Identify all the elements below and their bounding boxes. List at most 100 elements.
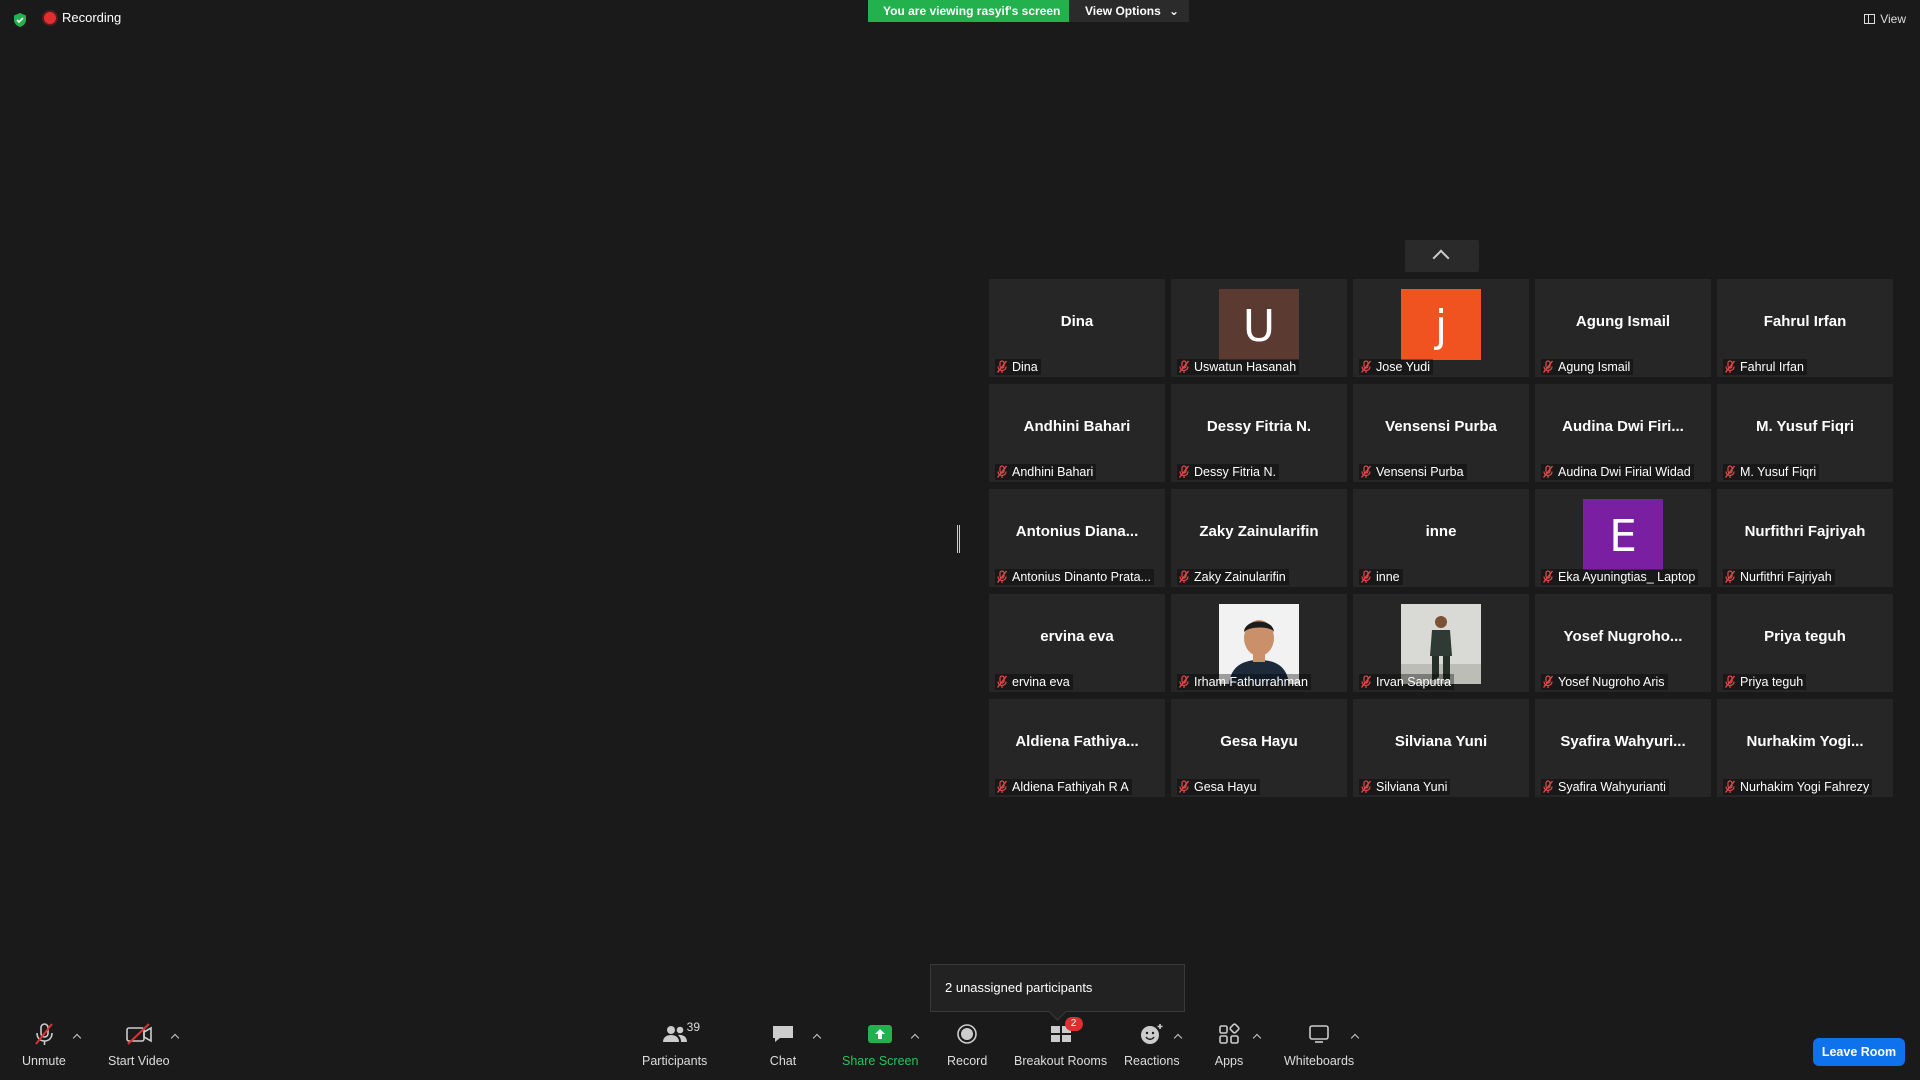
view-options-button[interactable]: View Options ⌄ — [1069, 0, 1189, 22]
breakout-badge: 2 — [1064, 1017, 1083, 1031]
participant-name: Dessy Fitria N. — [1194, 465, 1276, 479]
participant-display-name: Nurhakim Yogi... — [1746, 733, 1864, 750]
participant-name: Silviana Yuni — [1376, 780, 1448, 794]
participant-tile[interactable]: Priya teguh Priya teguh — [1717, 594, 1893, 692]
microphone-muted-icon — [1178, 360, 1190, 373]
unmute-button[interactable]: Unmute — [22, 1020, 66, 1068]
record-label: Record — [947, 1054, 988, 1068]
participant-name: Jose Yudi — [1376, 360, 1430, 374]
participant-name-label: Yosef Nugroho Aris — [1541, 674, 1668, 690]
participant-tile[interactable]: ervina eva ervina eva — [989, 594, 1165, 692]
record-button[interactable]: Record — [947, 1020, 987, 1068]
participants-button[interactable]: 39 Participants — [642, 1020, 707, 1068]
chat-options-caret[interactable] — [813, 1032, 821, 1040]
participant-display-name: Andhini Bahari — [1023, 418, 1131, 435]
participant-tile[interactable]: U Uswatun Hasanah — [1171, 279, 1347, 377]
share-screen-icon — [868, 1025, 893, 1043]
gallery-scroll-up-button[interactable] — [1405, 240, 1479, 272]
security-shield-icon[interactable] — [12, 12, 28, 28]
participant-name: Andhini Bahari — [1012, 465, 1094, 479]
start-video-button[interactable]: Start Video — [108, 1020, 170, 1068]
participant-display-name: Audina Dwi Firi... — [1562, 418, 1684, 435]
participant-tile[interactable]: Audina Dwi Firi... Audina Dwi Firial Wida… — [1535, 384, 1711, 482]
participants-icon — [662, 1026, 687, 1042]
participant-tile[interactable]: Nurfithri Fajriyah Nurfithri Fajriyah — [1717, 489, 1893, 587]
reactions-label: Reactions — [1124, 1054, 1180, 1068]
participant-display-name: inne — [1425, 523, 1457, 540]
participant-name-label: Agung Ismail — [1541, 359, 1634, 375]
participant-tile[interactable]: Irham Fathurrahman — [1171, 594, 1347, 692]
microphone-muted-icon — [1724, 780, 1736, 793]
participant-tile[interactable]: Syafira Wahyuri... Syafira Wahyurianti — [1535, 699, 1711, 797]
video-options-caret[interactable] — [171, 1032, 179, 1040]
view-label: View — [1880, 12, 1906, 26]
participant-avatar: j — [1401, 289, 1481, 360]
participant-name-label: Priya teguh — [1723, 674, 1807, 690]
participant-display-name: M. Yusuf Fiqri — [1755, 418, 1855, 435]
participant-tile[interactable]: Fahrul Irfan Fahrul Irfan — [1717, 279, 1893, 377]
participant-tile[interactable]: E Eka Ayuningtias_ Laptop — [1535, 489, 1711, 587]
microphone-muted-icon — [996, 570, 1008, 583]
participant-tile[interactable]: M. Yusuf Fiqri M. Yusuf Fiqri — [1717, 384, 1893, 482]
apps-options-caret[interactable] — [1253, 1032, 1261, 1040]
microphone-muted-icon — [1542, 360, 1554, 373]
participant-tile[interactable]: Dina Dina — [989, 279, 1165, 377]
participant-tile[interactable]: Zaky Zainularifin Zaky Zainularifin — [1171, 489, 1347, 587]
recording-label: Recording — [62, 10, 122, 25]
participant-tile[interactable]: inne inne — [1353, 489, 1529, 587]
participant-name: Fahrul Irfan — [1740, 360, 1804, 374]
chevron-up-icon — [1432, 249, 1450, 267]
reactions-options-caret[interactable] — [1174, 1032, 1182, 1040]
participant-name: Antonius Dinanto Prata... — [1012, 570, 1151, 584]
participant-gallery: Dina Dina U Uswatun Hasanah j Jose Yudi Agung … — [989, 279, 1895, 797]
recording-indicator[interactable]: Recording — [44, 10, 121, 25]
participant-tile[interactable]: Gesa Hayu Gesa Hayu — [1171, 699, 1347, 797]
participant-name-label: M. Yusuf Fiqri — [1723, 464, 1820, 480]
participant-display-name: Gesa Hayu — [1220, 733, 1298, 750]
participant-tile[interactable]: Agung Ismail Agung Ismail — [1535, 279, 1711, 377]
participant-name: Nurfithri Fajriyah — [1740, 570, 1832, 584]
whiteboards-options-caret[interactable] — [1351, 1032, 1359, 1040]
audio-options-caret[interactable] — [73, 1032, 81, 1040]
participant-tile[interactable]: Yosef Nugroho... Yosef Nugroho Aris — [1535, 594, 1711, 692]
reactions-button[interactable]: Reactions — [1124, 1020, 1180, 1068]
meeting-toolbar: Unmute Start Video 39 Participants Chat … — [0, 1017, 1920, 1080]
participant-name: Aldiena Fathiyah R A — [1012, 780, 1129, 794]
whiteboards-label: Whiteboards — [1284, 1054, 1355, 1068]
apps-icon — [1219, 1023, 1240, 1044]
participant-name-label: Fahrul Irfan — [1723, 359, 1807, 375]
whiteboards-button[interactable]: Whiteboards — [1284, 1020, 1354, 1068]
participant-tile[interactable]: Dessy Fitria N. Dessy Fitria N. — [1171, 384, 1347, 482]
participant-tile[interactable]: j Jose Yudi — [1353, 279, 1529, 377]
breakout-rooms-button[interactable]: 2 Breakout Rooms — [1014, 1017, 1107, 1068]
participant-name: Audina Dwi Firial Widad — [1558, 465, 1691, 479]
participant-tile[interactable]: Aldiena Fathiya... Aldiena Fathiyah R A — [989, 699, 1165, 797]
microphone-muted-icon — [996, 675, 1008, 688]
microphone-muted-icon — [1542, 675, 1554, 688]
participant-name: Agung Ismail — [1558, 360, 1631, 374]
participant-name: Gesa Hayu — [1194, 780, 1257, 794]
split-resize-handle[interactable] — [957, 525, 960, 553]
chat-button[interactable]: Chat — [767, 1020, 799, 1068]
participant-name: Yosef Nugroho Aris — [1558, 675, 1665, 689]
participant-display-name: Agung Ismail — [1575, 313, 1671, 330]
participant-tile[interactable]: Irvan Saputra — [1353, 594, 1529, 692]
participant-tile[interactable]: Vensensi Purba Vensensi Purba — [1353, 384, 1529, 482]
record-icon — [957, 1024, 977, 1044]
participant-tile[interactable]: Andhini Bahari Andhini Bahari — [989, 384, 1165, 482]
participant-display-name: ervina eva — [1040, 628, 1114, 645]
participant-name: M. Yusuf Fiqri — [1740, 465, 1817, 479]
view-button[interactable]: View — [1864, 12, 1906, 26]
participant-name-label: Dessy Fitria N. — [1177, 464, 1279, 480]
participant-tile[interactable]: Nurhakim Yogi... Nurhakim Yogi Fahrezy — [1717, 699, 1893, 797]
participant-name-label: Jose Yudi — [1359, 359, 1433, 375]
apps-button[interactable]: Apps — [1213, 1020, 1245, 1068]
participant-display-name: Silviana Yuni — [1394, 733, 1488, 750]
share-options-caret[interactable] — [911, 1032, 919, 1040]
participant-display-name: Vensensi Purba — [1385, 418, 1497, 435]
share-screen-button[interactable]: Share Screen — [842, 1020, 918, 1068]
participant-name-label: Syafira Wahyurianti — [1541, 779, 1669, 795]
participant-tile[interactable]: Antonius Diana... Antonius Dinanto Prata.… — [989, 489, 1165, 587]
leave-room-button[interactable]: Leave Room — [1813, 1038, 1905, 1066]
participant-tile[interactable]: Silviana Yuni Silviana Yuni — [1353, 699, 1529, 797]
